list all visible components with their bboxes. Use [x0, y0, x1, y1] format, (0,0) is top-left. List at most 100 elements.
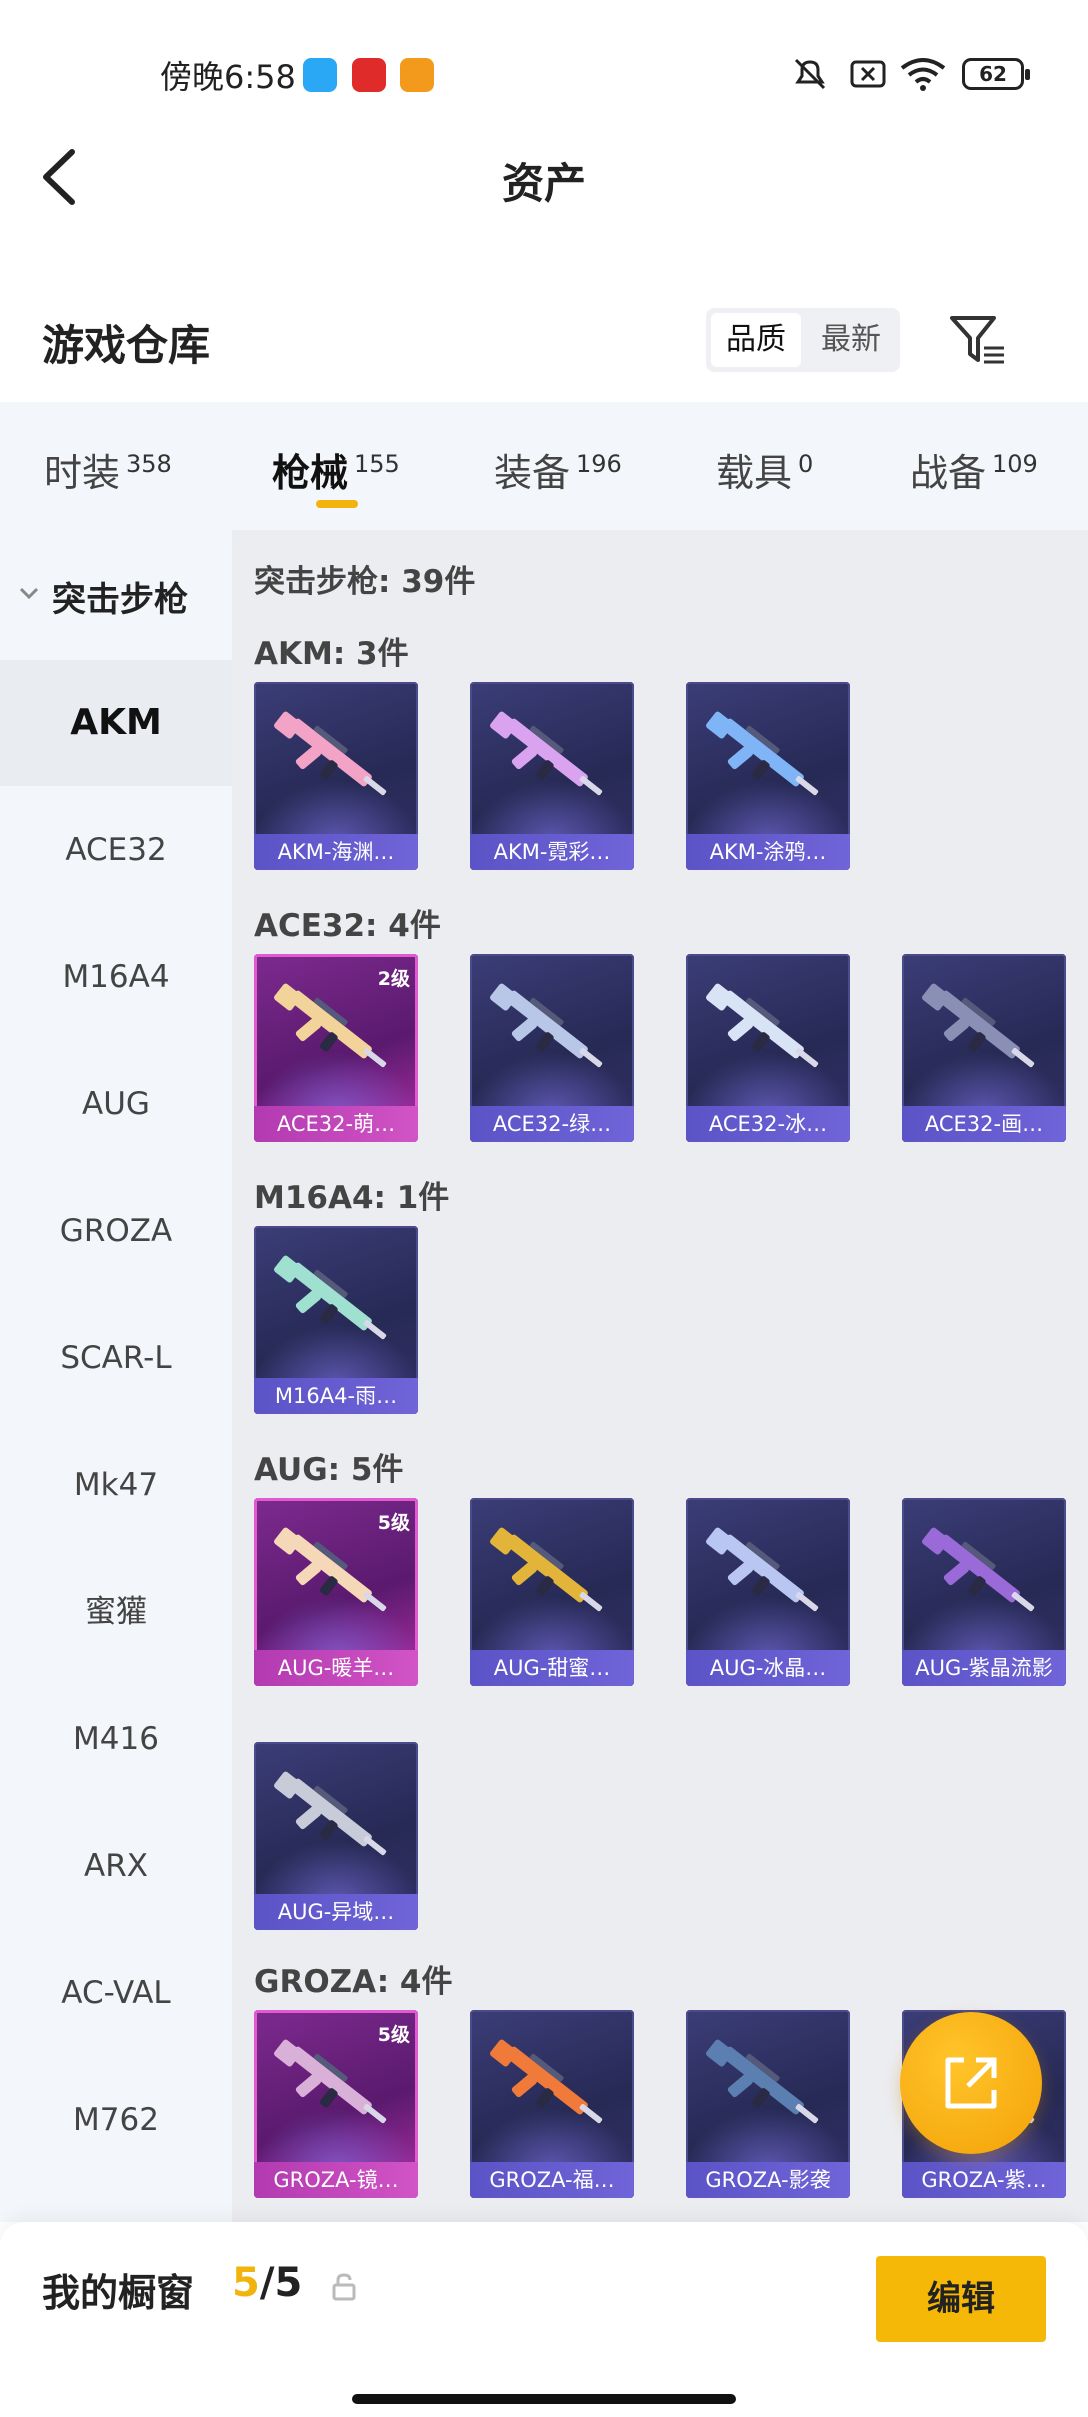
weapon-type-sidebar: 突击步枪 AKM ACE32 M16A4 AUG GROZA SCAR-L Mk47 蜜獾 M4… — [0, 530, 232, 2222]
sidebar-item-ac-val[interactable]: AC-VAL — [0, 1930, 232, 2056]
sidebar-item-aug[interactable]: AUG — [0, 1041, 232, 1167]
tab-count: 196 — [576, 450, 622, 479]
tab-label: 载具 — [716, 451, 793, 495]
no-sim-icon — [850, 60, 886, 88]
weapon-name: ACE32-画… — [902, 1106, 1066, 1142]
weapon-card[interactable]: ACE32-冰… — [686, 954, 850, 1142]
sort-quality-button[interactable]: 品质 — [711, 313, 801, 367]
share-button[interactable] — [900, 2012, 1042, 2154]
showcase-bar: 我的橱窗 5/5 编辑 — [0, 2222, 1088, 2417]
weapon-name: ACE32-绿… — [470, 1106, 634, 1142]
gun-icon — [490, 1527, 603, 1612]
weapon-grid: 突击步枪: 39件 AKM: 3件 AKM-海渊… AKM-霓彩… AKM-涂鸦… AC… — [232, 530, 1088, 2222]
gun-icon — [274, 1527, 387, 1612]
tab-fashion[interactable]: 时装 358 — [44, 442, 172, 497]
sidebar-category-label: 突击步枪 — [52, 580, 188, 620]
sidebar-item-m16a4[interactable]: M16A4 — [0, 914, 232, 1040]
sidebar-item-mk47[interactable]: Mk47 — [0, 1422, 232, 1548]
weapon-name: AKM-海渊… — [254, 834, 418, 870]
level-badge: 2级 — [377, 968, 410, 990]
sidebar-category-header[interactable]: 突击步枪 — [0, 560, 232, 630]
chat-app-icon — [303, 58, 337, 92]
shop-app-icon — [352, 58, 386, 92]
showcase-label: 我的橱窗 — [42, 2271, 195, 2315]
tab-label: 枪械 — [272, 451, 349, 495]
weapon-name: AKM-涂鸦… — [686, 834, 850, 870]
sort-toggle: 品质 最新 — [706, 308, 900, 372]
weapon-card[interactable]: AKM-涂鸦… — [686, 682, 850, 870]
weapon-card[interactable]: 2级 ACE32-萌… — [254, 954, 418, 1142]
share-icon — [945, 2057, 997, 2109]
app-root: 傍晚6:58 62 资产 游戏仓库 品质 最新 时装 358 枪械 155 装备 19… — [0, 0, 1088, 2417]
weapon-name: AKM-霓彩… — [470, 834, 634, 870]
weapon-card[interactable]: AUG-冰晶… — [686, 1498, 850, 1686]
home-indicator — [352, 2394, 736, 2404]
weapon-name: GROZA-紫… — [902, 2162, 1066, 2198]
gun-icon — [274, 1255, 387, 1340]
weapon-card[interactable]: AUG-甜蜜… — [470, 1498, 634, 1686]
weapon-name: M16A4-雨… — [254, 1378, 418, 1414]
weapon-card[interactable]: 5级 AUG-暖羊… — [254, 1498, 418, 1686]
gun-icon — [706, 2039, 819, 2124]
sidebar-item-akm[interactable]: AKM — [0, 660, 232, 786]
sidebar-item-ace32[interactable]: ACE32 — [0, 787, 232, 913]
sort-newest-button[interactable]: 最新 — [806, 313, 896, 367]
weapon-card[interactable]: AUG-紫晶流影 — [902, 1498, 1066, 1686]
battery-indicator: 62 — [962, 58, 1030, 90]
weapon-name: AUG-甜蜜… — [470, 1650, 634, 1686]
sidebar-item-scar-l[interactable]: SCAR-L — [0, 1295, 232, 1421]
gun-icon — [922, 983, 1035, 1068]
weapon-card[interactable]: ACE32-画… — [902, 954, 1066, 1142]
weapon-card[interactable]: GROZA-福… — [470, 2010, 634, 2198]
game-app-icon — [400, 58, 434, 92]
gun-icon — [274, 983, 387, 1068]
showcase-count-total: /5 — [259, 2260, 303, 2306]
tab-guns[interactable]: 枪械 155 — [272, 442, 400, 497]
weapon-name: ACE32-萌… — [254, 1106, 418, 1142]
level-badge: 5级 — [377, 1512, 410, 1534]
sidebar-item-m416[interactable]: M416 — [0, 1676, 232, 1802]
showcase-count-current: 5 — [232, 2260, 260, 2306]
sidebar-item--[interactable]: 蜜獾 — [0, 1549, 232, 1675]
category-tabs: 时装 358 枪械 155 装备 196 载具 0 战备 109 — [0, 402, 1088, 530]
tab-label: 时装 — [44, 451, 121, 495]
tab-count: 109 — [992, 450, 1038, 479]
weapon-card[interactable]: AUG-异域… — [254, 1742, 418, 1930]
weapon-name: AUG-异域… — [254, 1894, 418, 1930]
weapon-name: AUG-暖羊… — [254, 1650, 418, 1686]
group-title: AUG: 5件 — [254, 1452, 404, 1488]
category-count-title: 突击步枪: 39件 — [254, 564, 476, 600]
group-title: M16A4: 1件 — [254, 1180, 450, 1216]
level-badge: 5级 — [377, 2024, 410, 2046]
tab-count: 358 — [126, 450, 172, 479]
weapon-card[interactable]: 5级 GROZA-镜… — [254, 2010, 418, 2198]
active-tab-indicator — [316, 500, 358, 508]
weapon-card[interactable]: ACE32-绿… — [470, 954, 634, 1142]
gun-icon — [490, 711, 603, 796]
weapon-name: AUG-冰晶… — [686, 1650, 850, 1686]
weapon-card[interactable]: AKM-海渊… — [254, 682, 418, 870]
lock-icon — [332, 2273, 356, 2301]
group-title: GROZA: 4件 — [254, 1964, 453, 2000]
tab-supplies[interactable]: 战备 109 — [910, 442, 1038, 497]
status-time: 傍晚6:58 — [160, 58, 296, 96]
weapon-name: ACE32-冰… — [686, 1106, 850, 1142]
showcase-count: 5/5 — [232, 2260, 302, 2306]
weapon-card[interactable]: M16A4-雨… — [254, 1226, 418, 1414]
sidebar-item-groza[interactable]: GROZA — [0, 1168, 232, 1294]
weapon-card[interactable]: AKM-霓彩… — [470, 682, 634, 870]
weapon-card[interactable]: GROZA-影袭 — [686, 2010, 850, 2198]
sidebar-item-arx[interactable]: ARX — [0, 1803, 232, 1929]
gun-icon — [274, 2039, 387, 2124]
status-bar: 傍晚6:58 62 — [0, 0, 1088, 140]
tab-equipment[interactable]: 装备 196 — [494, 442, 622, 497]
tab-label: 装备 — [494, 451, 571, 495]
tab-vehicles[interactable]: 载具 0 — [716, 442, 813, 497]
weapon-name: GROZA-影袭 — [686, 2162, 850, 2198]
tab-count: 0 — [798, 450, 814, 479]
sidebar-item-m762[interactable]: M762 — [0, 2057, 232, 2183]
weapon-name: GROZA-福… — [470, 2162, 634, 2198]
filter-icon[interactable] — [948, 312, 1008, 368]
gun-icon — [274, 1771, 387, 1856]
edit-button[interactable]: 编辑 — [876, 2256, 1046, 2342]
